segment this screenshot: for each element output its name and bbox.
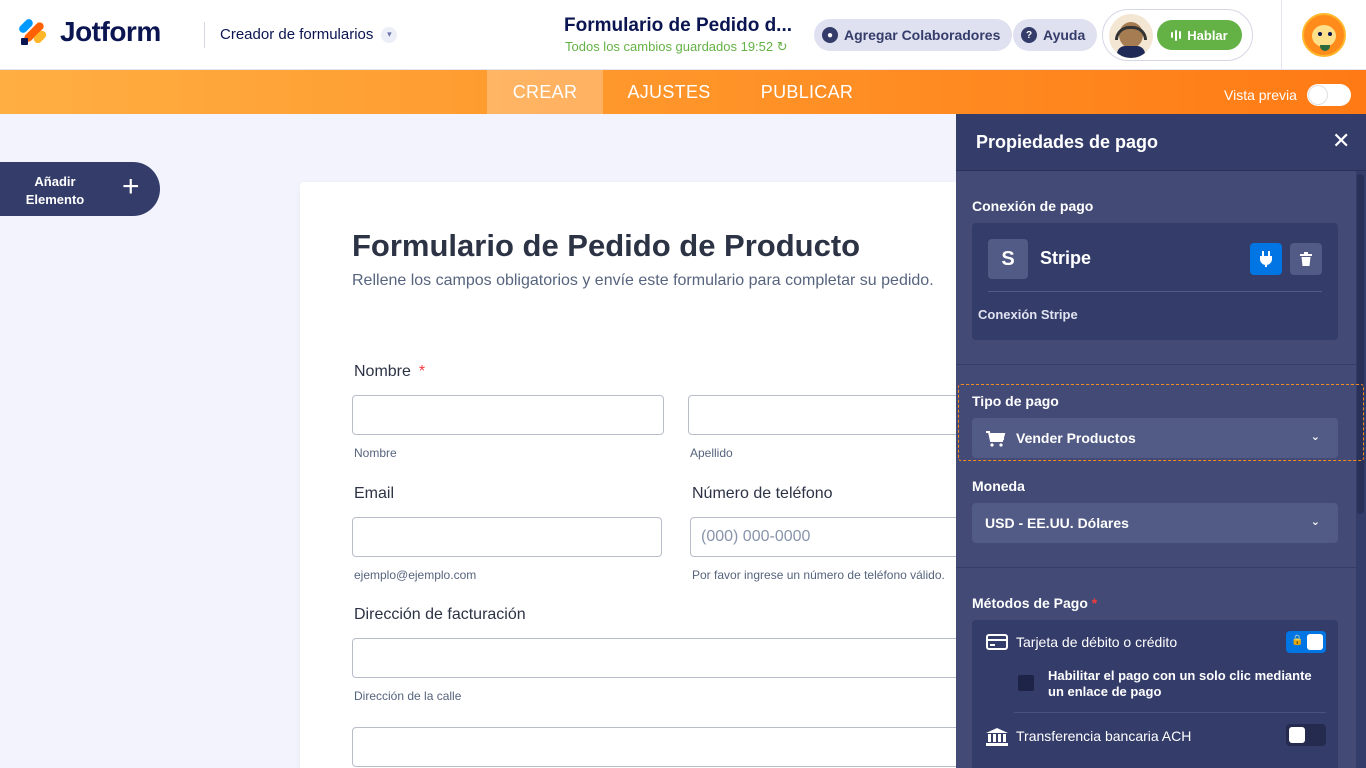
currency-select[interactable]: USD - EE.UU. Dólares ⌄ [972,503,1338,543]
first-name-input[interactable] [352,395,664,435]
stripe-logo-icon: S [988,239,1028,279]
question-icon: ? [1021,27,1037,43]
email-input[interactable] [352,517,662,557]
save-status-text: Todos los cambios guardados 19:52 [565,39,774,54]
preview-label: Vista previa [1224,87,1297,103]
stripe-separator [988,291,1322,292]
refresh-icon: ↻ [776,39,788,54]
soundwave-icon [1171,29,1182,41]
chevron-down-icon: ▾ [381,26,398,43]
section-divider [956,567,1356,568]
last-name-input[interactable] [688,395,968,435]
builder-nav: CREAR AJUSTES PUBLICAR Vista previa [0,70,1366,114]
methods-required-mark: * [1091,595,1098,611]
ai-agent-widget[interactable]: Hablar [1102,9,1253,61]
preview-toggle[interactable] [1306,84,1351,106]
phone-placeholder: (000) 000-0000 [701,528,811,545]
methods-label: Métodos de Pago * [972,595,1097,611]
header-divider [204,22,205,48]
lock-icon: 🔒 [1291,635,1304,646]
chevron-down-icon: ⌄ [1310,516,1320,528]
gateway-connection-text: Conexión Stripe [978,307,1078,322]
agent-avatar [1109,14,1153,58]
required-mark: * [418,363,426,380]
currency-value: USD - EE.UU. Dólares [985,515,1129,531]
billing-label: Dirección de facturación [354,606,526,623]
payment-type-value: Vender Productos [1016,430,1136,446]
one-click-checkbox[interactable] [1018,675,1034,691]
tab-ajustes[interactable]: AJUSTES [603,70,735,114]
jotform-logo[interactable]: Jotform [17,16,161,48]
bank-icon [986,728,1008,746]
payment-properties-panel: Propiedades de pago ✕ Conexión de pago S… [956,114,1366,768]
add-collaborators-button[interactable]: ● Agregar Colaboradores [814,19,1013,51]
trash-icon[interactable] [1290,243,1322,275]
section-divider [956,364,1356,365]
first-name-hint: Nombre [354,446,397,460]
credit-card-icon [986,634,1008,650]
currency-label: Moneda [972,478,1025,494]
jotform-logo-icon [17,16,48,48]
builder-label: Creador de formularios [220,26,374,43]
connection-label: Conexión de pago [972,198,1094,214]
method-card-toggle[interactable]: 🔒 [1286,631,1326,653]
plus-icon: + [122,170,140,203]
email-label: Email [354,485,395,502]
preview-toggle-group: Vista previa [1224,84,1351,106]
tab-publicar[interactable]: PUBLICAR [735,70,879,114]
one-click-label: Habilitar el pago con un solo clic media… [1048,668,1312,699]
phone-label: Número de teléfono [692,485,833,502]
add-element-line1: Añadir [34,174,76,189]
talk-button[interactable]: Hablar [1157,20,1242,50]
name-label-text: Nombre [354,363,411,380]
street-hint: Dirección de la calle [354,689,462,703]
phone-input[interactable]: (000) 000-0000 [690,517,968,557]
panel-title: Propiedades de pago [976,132,1159,152]
user-avatar[interactable] [1302,13,1346,57]
payment-type-label: Tipo de pago [972,393,1059,409]
panel-scrollbar-thumb[interactable] [1357,174,1364,514]
method-ach-toggle[interactable] [1286,724,1326,746]
name-label: Nombre * [354,363,425,381]
help-button[interactable]: ? Ayuda [1013,19,1098,51]
help-label: Ayuda [1043,27,1086,43]
form-title[interactable]: Formulario de Pedido de Producto [352,228,860,264]
payment-type-select[interactable]: Vender Productos ⌄ [972,418,1338,458]
gateway-name: Stripe [1040,248,1092,268]
payment-methods-list: Tarjeta de débito o crédito 🔒 Habilitar … [972,620,1338,768]
tab-crear[interactable]: CREAR [487,70,603,114]
panel-header: Propiedades de pago ✕ [956,114,1366,171]
talk-label: Hablar [1187,27,1228,43]
user-icon: ● [822,27,838,43]
builder-dropdown[interactable]: Creador de formularios ▾ [220,26,398,43]
form-canvas [300,182,1000,768]
logo-text: Jotform [60,16,161,47]
email-hint: ejemplo@ejemplo.com [354,568,477,582]
stripe-connection-card: S Stripe Conexión Stripe [972,223,1338,340]
phone-hint: Por favor ingrese un número de teléfono … [692,568,945,582]
plug-icon[interactable] [1250,243,1282,275]
street-input[interactable] [352,638,972,678]
add-element-button[interactable]: Añadir Elemento + [0,162,160,216]
street-line2-input[interactable] [352,727,972,767]
chevron-down-icon: ⌄ [1310,431,1320,443]
close-icon[interactable]: ✕ [1332,130,1350,152]
form-subtitle[interactable]: Rellene los campos obligatorios y envíe … [352,272,934,290]
form-name[interactable]: Formulario de Pedido d... [564,15,792,37]
top-header: Jotform Creador de formularios ▾ Formula… [0,0,1366,70]
cart-icon [986,431,1006,447]
save-status: Todos los cambios guardados 19:52 ↻ [565,39,788,55]
add-collaborators-label: Agregar Colaboradores [844,27,1001,43]
last-name-hint: Apellido [690,446,733,460]
header-divider-right [1281,0,1282,70]
method-ach-label: Transferencia bancaria ACH [1016,728,1192,744]
methods-separator [1014,712,1326,713]
add-element-line2: Elemento [25,192,85,207]
method-card-label: Tarjeta de débito o crédito [1016,634,1178,650]
methods-label-text: Métodos de Pago [972,595,1088,611]
